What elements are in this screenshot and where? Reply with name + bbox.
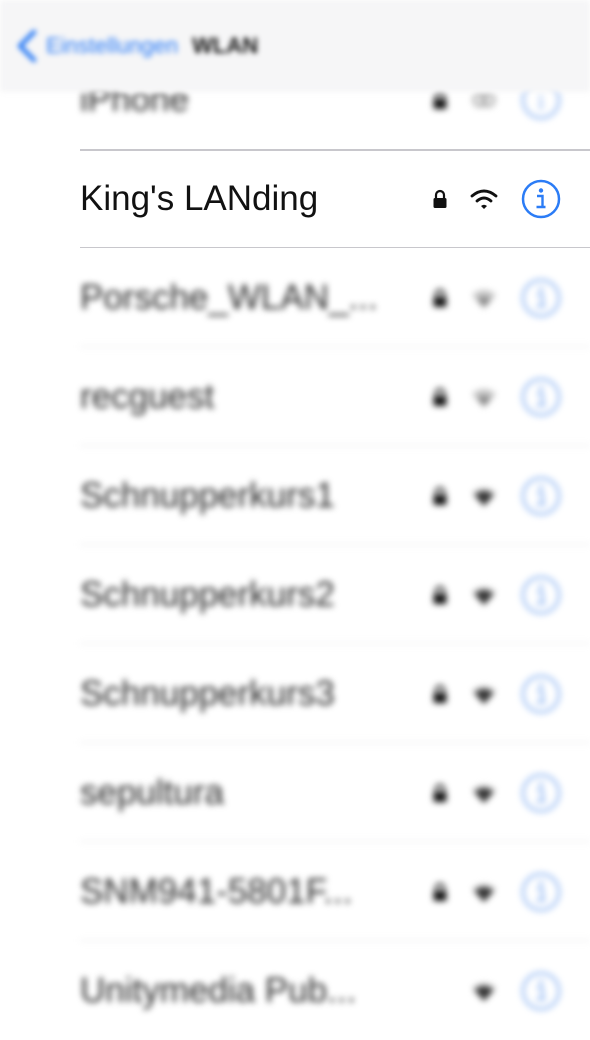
network-name: SNM941-5801F...	[80, 871, 353, 911]
lock-icon	[433, 288, 447, 307]
back-button[interactable]: Einstellungen	[14, 29, 178, 63]
lock-icon	[433, 882, 447, 901]
network-row[interactable]: Porsche_WLAN_...	[0, 248, 590, 347]
network-name: sepultura	[80, 772, 224, 812]
network-name: recguest	[80, 376, 215, 416]
info-icon[interactable]	[520, 475, 562, 517]
network-name: Porsche_WLAN_...	[80, 277, 378, 317]
wifi-icon	[472, 883, 496, 902]
info-icon[interactable]	[520, 178, 562, 220]
network-name: Unitymedia Pub...	[80, 970, 357, 1010]
divider	[80, 149, 590, 151]
network-row-selected[interactable]: King's LANding	[0, 149, 590, 248]
lock-icon	[433, 387, 447, 406]
svg-text:i: i	[538, 89, 545, 115]
wifi-icon	[472, 685, 496, 704]
network-name: Schnupperkurs3	[80, 673, 335, 713]
network-name: King's LANding	[80, 178, 319, 218]
chevron-left-icon	[17, 29, 37, 63]
network-row[interactable]: recguest	[0, 347, 590, 446]
wifi-icon	[472, 487, 496, 506]
page-title: WLAN	[192, 33, 259, 58]
lock-icon	[433, 486, 447, 505]
navigation-bar: Einstellungen WLAN	[0, 0, 590, 92]
network-row[interactable]: Schnupperkurs2	[0, 545, 590, 644]
network-name: Schnupperkurs1	[80, 475, 335, 515]
info-icon[interactable]	[520, 673, 562, 715]
info-icon[interactable]	[520, 772, 562, 814]
wifi-icon	[472, 784, 496, 803]
info-icon[interactable]	[520, 574, 562, 616]
back-label: Einstellungen	[46, 33, 179, 58]
wifi-icon	[472, 289, 496, 308]
network-name: Schnupperkurs2	[80, 574, 335, 614]
info-icon[interactable]	[520, 970, 562, 1012]
lock-icon	[433, 90, 447, 109]
network-row[interactable]: sepultura	[0, 743, 590, 842]
wifi-icon	[472, 586, 496, 605]
lock-icon	[433, 585, 447, 604]
network-row[interactable]: Schnupperkurs3	[0, 644, 590, 743]
network-list: iPhone i King's LANding Porsche_WLAN_...…	[0, 50, 590, 1040]
wifi-icon	[472, 388, 496, 407]
lock-icon	[433, 783, 447, 802]
network-row[interactable]: Unitymedia Pub...	[0, 941, 590, 1040]
network-row[interactable]: Schnupperkurs1	[0, 446, 590, 545]
wifi-icon	[470, 189, 498, 209]
lock-icon	[433, 684, 447, 703]
lock-icon	[433, 189, 447, 208]
wifi-icon	[472, 982, 496, 1001]
network-row[interactable]: SNM941-5801F...	[0, 842, 590, 941]
info-icon[interactable]	[520, 871, 562, 913]
info-icon[interactable]	[520, 376, 562, 418]
info-icon[interactable]	[520, 277, 562, 319]
